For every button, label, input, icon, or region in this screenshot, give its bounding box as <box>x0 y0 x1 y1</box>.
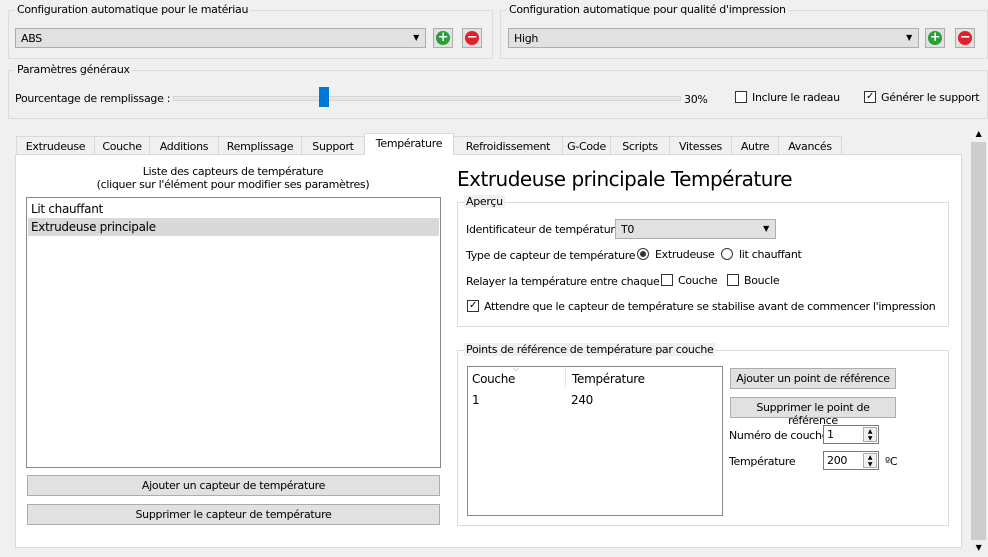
scroll-down-icon[interactable]: ▼ <box>970 540 987 556</box>
spin-arrows-icon[interactable]: ▲ ▼ <box>863 453 877 468</box>
sensor-list[interactable]: Lit chauffant Extrudeuse principale <box>26 197 441 468</box>
temp-id-label: Identificateur de température <box>466 223 621 236</box>
wait-checkbox[interactable]: ✓ <box>467 300 479 312</box>
general-legend: Paramètres généraux <box>15 63 132 76</box>
points-legend: Points de référence de température par c… <box>464 343 716 356</box>
add-material-button[interactable]: + <box>433 28 453 48</box>
tab-2[interactable]: Additions <box>149 136 219 155</box>
scrollbar-thumb[interactable] <box>971 142 986 540</box>
relay-layer-label: Couche <box>678 274 718 287</box>
plus-icon: + <box>928 30 942 45</box>
cell-layer: 1 <box>472 393 480 407</box>
wait-label: Attendre que le capteur de température s… <box>484 300 936 313</box>
column-header-temperature[interactable]: Température <box>572 372 645 386</box>
layer-number-label: Numéro de couche <box>729 429 829 442</box>
tab-0[interactable]: Extrudeuse <box>16 136 95 155</box>
tab-3[interactable]: Remplissage <box>218 136 302 155</box>
material-value: ABS <box>21 32 42 45</box>
chevron-down-icon: ▼ <box>906 33 912 42</box>
radio-heated-bed-label: lit chauffant <box>739 248 802 261</box>
temperature-spinner[interactable]: 200 ▲ ▼ <box>823 451 879 470</box>
plus-icon: + <box>436 30 450 45</box>
raft-checkbox[interactable] <box>735 91 747 103</box>
tab-8[interactable]: Scripts <box>610 136 670 155</box>
temperature-value: 200 <box>827 454 848 467</box>
radio-extruder-label: Extrudeuse <box>655 248 715 261</box>
quality-legend: Configuration automatique pour qualité d… <box>507 3 788 16</box>
tab-11[interactable]: Avancés <box>778 136 842 155</box>
remove-point-button[interactable]: Supprimer le point de référence <box>730 397 896 427</box>
scroll-up-icon[interactable]: ▲ <box>970 126 987 142</box>
minus-icon: − <box>958 30 972 45</box>
relay-loop-label: Boucle <box>744 274 780 287</box>
add-point-button[interactable]: Ajouter un point de référence <box>730 368 896 389</box>
relay-layer-checkbox[interactable] <box>661 274 673 286</box>
support-checkbox[interactable]: ✓ <box>864 91 876 103</box>
raft-label: Inclure le radeau <box>752 91 840 104</box>
relay-label: Relayer la température entre chaque : <box>466 275 667 288</box>
radio-heated-bed[interactable] <box>721 248 733 260</box>
quality-value: High <box>514 32 539 45</box>
chevron-down-icon: ▼ <box>763 224 769 233</box>
spin-arrows-icon[interactable]: ▲ ▼ <box>863 427 877 442</box>
cell-temperature: 240 <box>571 393 594 407</box>
sort-indicator-icon: ⌵ <box>513 364 519 373</box>
support-label: Générer le support <box>881 91 980 104</box>
temp-id-select[interactable]: T0 ▼ <box>615 219 776 239</box>
infill-slider-track[interactable] <box>173 96 681 101</box>
infill-label: Pourcentage de remplissage : <box>15 92 171 105</box>
infill-value: 30% <box>684 93 708 106</box>
infill-slider-thumb[interactable] <box>318 87 329 107</box>
sensor-type-label: Type de capteur de température : <box>466 249 642 262</box>
layer-number-spinner[interactable]: 1 ▲ ▼ <box>823 425 879 444</box>
add-sensor-button[interactable]: Ajouter un capteur de température <box>27 475 440 496</box>
layer-number-value: 1 <box>827 428 834 441</box>
remove-quality-button[interactable]: − <box>955 28 975 48</box>
remove-sensor-button[interactable]: Supprimer le capteur de température <box>27 504 440 525</box>
chevron-down-icon: ▼ <box>413 33 419 42</box>
sensor-list-title: Liste des capteurs de température <box>142 165 324 178</box>
add-quality-button[interactable]: + <box>925 28 945 48</box>
tab-5[interactable]: Température <box>364 133 454 155</box>
temperature-label: Température <box>729 455 796 468</box>
material-select[interactable]: ABS ▼ <box>15 28 426 48</box>
remove-material-button[interactable]: − <box>462 28 482 48</box>
tab-9[interactable]: Vitesses <box>669 136 732 155</box>
list-item[interactable]: Lit chauffant <box>28 200 439 218</box>
overview-legend: Aperçu <box>464 195 505 208</box>
minus-icon: − <box>465 30 479 45</box>
tab-10[interactable]: Autre <box>731 136 779 155</box>
table-row[interactable]: 1 240 <box>468 391 722 409</box>
relay-loop-checkbox[interactable] <box>727 274 739 286</box>
tab-7[interactable]: G-Code <box>562 136 611 155</box>
material-legend: Configuration automatique pour le matéri… <box>15 3 251 16</box>
temp-id-value: T0 <box>621 223 635 236</box>
tab-4[interactable]: Support <box>301 136 365 155</box>
sensor-list-subtitle: (cliquer sur l'élément pour modifier ses… <box>96 178 370 191</box>
temperature-unit: ºC <box>885 455 898 468</box>
column-header-layer[interactable]: Couche <box>472 372 515 386</box>
tab-6[interactable]: Refroidissement <box>453 136 563 155</box>
table-header: Couche ⌵ Température <box>468 364 722 387</box>
radio-extruder[interactable] <box>637 248 649 260</box>
quality-select[interactable]: High ▼ <box>508 28 919 48</box>
scrollbar[interactable]: ▲ ▼ <box>970 126 987 557</box>
tab-1[interactable]: Couche <box>94 136 150 155</box>
list-item[interactable]: Extrudeuse principale <box>28 218 439 236</box>
detail-title: Extrudeuse principale Température <box>457 167 793 191</box>
points-table[interactable]: Couche ⌵ Température 1 240 <box>467 364 723 516</box>
